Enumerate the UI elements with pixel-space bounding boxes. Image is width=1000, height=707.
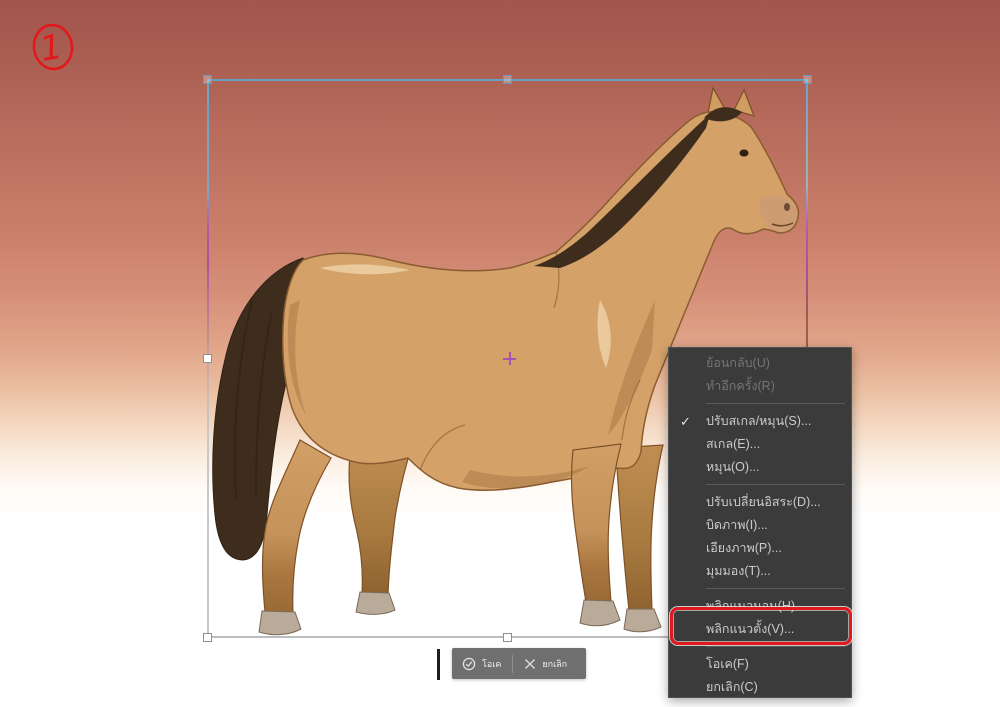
menu-item-distort[interactable]: บิดภาพ(I)... bbox=[669, 514, 851, 537]
menu-separator bbox=[706, 484, 845, 486]
menu-item-label: ปรับสเกล/หมุน(S)... bbox=[706, 414, 811, 428]
handle-top-right[interactable] bbox=[803, 75, 812, 84]
menu-item-skew[interactable]: เอียงภาพ(P)... bbox=[669, 537, 851, 560]
menu-item-label: หมุน(O)... bbox=[706, 460, 760, 474]
ok-button[interactable]: โอเค bbox=[458, 657, 505, 671]
handle-bottom-center[interactable] bbox=[503, 633, 512, 642]
x-icon bbox=[524, 658, 536, 670]
handle-top-left[interactable] bbox=[203, 75, 212, 84]
menu-item-label: ทำอีกครั้ง(R) bbox=[706, 379, 775, 393]
transform-pivot-icon[interactable] bbox=[503, 352, 516, 365]
transform-context-menu: ย้อนกลับ(U) ทำอีกครั้ง(R) ✓ ปรับสเกล/หมุน(S… bbox=[668, 347, 852, 698]
menu-item-label: โอเค(F) bbox=[706, 657, 749, 671]
handle-bottom-left[interactable] bbox=[203, 633, 212, 642]
handle-middle-left[interactable] bbox=[203, 354, 212, 363]
menu-item-label: ปรับเปลี่ยนอิสระ(D)... bbox=[706, 495, 821, 509]
menu-separator bbox=[706, 588, 845, 590]
menu-item-label: ย้อนกลับ(U) bbox=[706, 356, 770, 370]
transform-commit-bar: โอเค ยกเลิก bbox=[452, 648, 586, 679]
menu-item-free-transform[interactable]: ปรับเปลี่ยนอิสระ(D)... bbox=[669, 491, 851, 514]
menu-item-ok[interactable]: โอเค(F) bbox=[669, 653, 851, 676]
menu-item-redo: ทำอีกครั้ง(R) bbox=[669, 375, 851, 398]
menu-item-scale[interactable]: สเกล(E)... bbox=[669, 433, 851, 456]
menu-separator bbox=[706, 403, 845, 405]
handle-top-center[interactable] bbox=[503, 75, 512, 84]
cancel-button-label: ยกเลิก bbox=[542, 657, 567, 671]
menu-separator bbox=[706, 646, 845, 648]
menu-item-scale-rotate[interactable]: ✓ ปรับสเกล/หมุน(S)... bbox=[669, 410, 851, 433]
menu-item-label: มุมมอง(T)... bbox=[706, 564, 771, 578]
canvas-cursor-bar bbox=[437, 649, 440, 680]
menu-item-rotate[interactable]: หมุน(O)... bbox=[669, 456, 851, 479]
menu-item-undo: ย้อนกลับ(U) bbox=[669, 352, 851, 375]
menu-item-label: สเกล(E)... bbox=[706, 437, 760, 451]
check-circle-icon bbox=[462, 657, 476, 671]
step-annotation: 1 bbox=[24, 14, 82, 80]
menu-item-label: ยกเลิก(C) bbox=[706, 680, 758, 694]
cancel-button[interactable]: ยกเลิก bbox=[520, 657, 571, 671]
menu-item-label: เอียงภาพ(P)... bbox=[706, 541, 782, 555]
menu-item-perspective[interactable]: มุมมอง(T)... bbox=[669, 560, 851, 583]
menu-item-cancel[interactable]: ยกเลิก(C) bbox=[669, 676, 851, 699]
ok-button-label: โอเค bbox=[482, 657, 501, 671]
highlight-box bbox=[670, 607, 852, 645]
commit-bar-divider bbox=[512, 655, 513, 673]
check-icon: ✓ bbox=[680, 410, 691, 433]
menu-item-label: บิดภาพ(I)... bbox=[706, 518, 768, 532]
